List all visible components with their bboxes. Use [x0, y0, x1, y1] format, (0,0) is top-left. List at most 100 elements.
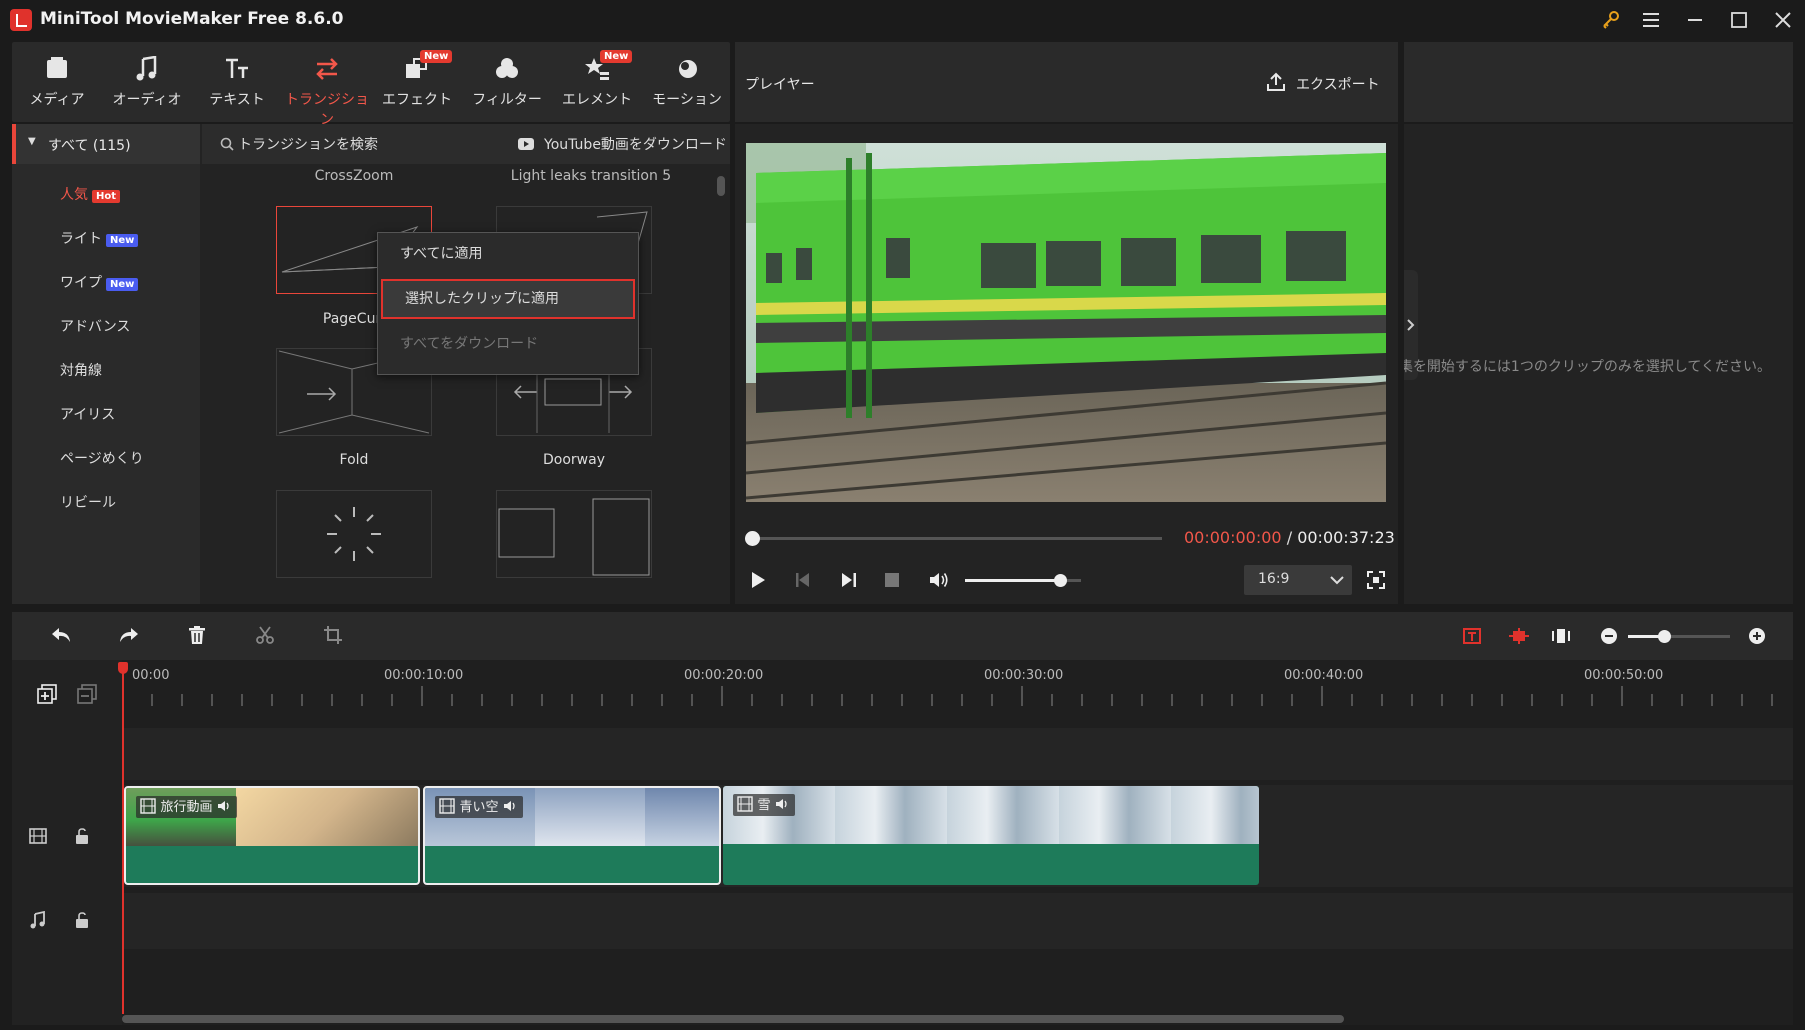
transition-thumb-box[interactable] [496, 490, 652, 578]
split-button[interactable] [255, 625, 275, 645]
undo-button[interactable] [50, 625, 72, 645]
category-all-header[interactable]: ▼ すべて (115) [12, 124, 200, 164]
box-split-icon [498, 498, 650, 576]
clip-blue-sky[interactable]: 青い空 [423, 786, 721, 885]
search-input[interactable]: トランジションを検索 [220, 134, 400, 154]
play-button[interactable] [748, 570, 768, 590]
close-icon[interactable] [1766, 6, 1800, 34]
category-label: 人気 [60, 187, 88, 203]
key-icon[interactable] [1594, 6, 1628, 34]
ruler-tick-label: 00:00:20:00 [684, 668, 764, 683]
category-label: ワイプ [60, 275, 102, 291]
audio-track-lock-button[interactable] [75, 911, 89, 929]
transition-thumb-iris[interactable] [276, 490, 432, 578]
clip-travel-video[interactable]: 旅行動画 [124, 786, 420, 885]
redo-button[interactable] [118, 625, 140, 645]
category-diagonal[interactable]: 対角線 [60, 360, 102, 380]
tool-audio[interactable]: オーディオ [102, 42, 192, 122]
time-total: 00:00:37:23 [1297, 528, 1395, 547]
film-icon [140, 797, 156, 814]
export-icon [1267, 72, 1285, 91]
fullscreen-icon [1367, 571, 1385, 589]
context-menu: すべてに適用 選択したクリップに適用 すべてをダウンロード [377, 232, 639, 375]
tool-effect[interactable]: エフェクト New [372, 42, 462, 122]
timeline-horizontal-scrollbar[interactable] [122, 1015, 1344, 1023]
tool-transition[interactable]: トランジション [282, 42, 372, 128]
tool-media[interactable]: メディア [12, 42, 102, 122]
aspect-ratio-value: 16:9 [1258, 571, 1290, 587]
time-separator: / [1286, 528, 1293, 547]
redo-icon [120, 628, 138, 642]
video-track-lock-button[interactable] [75, 827, 89, 845]
delete-button[interactable] [187, 625, 207, 645]
fullscreen-button[interactable] [1366, 570, 1386, 590]
playback-progress-handle[interactable] [745, 531, 760, 546]
menu-icon[interactable] [1634, 6, 1668, 34]
speaker-icon [775, 798, 787, 809]
tool-element[interactable]: エレメント New [552, 42, 642, 122]
tool-text[interactable]: テキスト [192, 42, 282, 122]
volume-slider-fill [965, 579, 1061, 582]
youtube-download-label: YouTube動画をダウンロード [544, 137, 727, 153]
video-track-icon [29, 827, 47, 845]
speaker-icon [930, 573, 948, 587]
add-track-button[interactable] [37, 684, 57, 704]
category-light[interactable]: ライト New [60, 228, 139, 248]
crop-button[interactable] [323, 625, 343, 645]
stop-icon [885, 573, 899, 587]
library-scrollbar[interactable] [717, 176, 725, 196]
category-page-curl[interactable]: ページめくり [60, 448, 144, 468]
category-wipe[interactable]: ワイプ New [60, 272, 139, 292]
zoom-in-button[interactable] [1748, 627, 1766, 645]
clip-thumbnails [723, 786, 1259, 844]
clip-label: 雪 [733, 794, 795, 816]
previous-frame-button[interactable] [793, 570, 813, 590]
aspect-ratio-select[interactable]: 16:9 [1244, 565, 1352, 595]
undo-icon [52, 628, 70, 642]
menu-apply-all[interactable]: すべてに適用 [378, 235, 638, 273]
time-display: 00:00:00:00 / 00:00:37:23 [1184, 528, 1395, 547]
tool-motion[interactable]: モーション [642, 42, 732, 122]
next-frame-button[interactable] [839, 570, 859, 590]
tool-filter[interactable]: フィルター [462, 42, 552, 122]
unlock-icon [76, 912, 88, 928]
app-logo-icon [10, 9, 32, 31]
menu-download-all[interactable]: すべてをダウンロード [378, 325, 638, 363]
clip-snow[interactable]: 雪 [723, 786, 1259, 885]
fit-timeline-button[interactable] [1508, 626, 1530, 646]
time-current: 00:00:00:00 [1184, 528, 1282, 547]
zoom-slider-handle[interactable] [1657, 630, 1671, 643]
zoom-fit-button[interactable] [1552, 626, 1570, 646]
transition-label: Light leaks transition 5 [510, 168, 672, 184]
export-button[interactable]: エクスポート [1266, 72, 1396, 94]
minimize-icon[interactable] [1678, 6, 1712, 34]
properties-hint: 編集を開始するには1つのクリップのみを選択してください。 [1404, 359, 1771, 375]
volume-button[interactable] [928, 570, 950, 590]
zoom-out-button[interactable] [1600, 627, 1618, 645]
video-preview [746, 143, 1386, 502]
playhead-handle[interactable] [118, 662, 128, 674]
category-advanced[interactable]: アドバンス [60, 316, 130, 336]
zoom-fit-icon [1552, 629, 1570, 643]
stop-button[interactable] [884, 572, 900, 588]
remove-track-button[interactable] [77, 684, 97, 704]
film-icon [737, 795, 753, 812]
category-iris[interactable]: アイリス [60, 404, 115, 424]
clip-label: 青い空 [435, 796, 523, 818]
chevron-down-icon [1330, 576, 1344, 585]
timeline-ruler[interactable]: 00:00 00:00:10:00 00:00:20:00 00:00:30:0… [122, 662, 1793, 710]
menu-apply-selected-clip[interactable]: 選択したクリップに適用 [381, 279, 635, 319]
maximize-icon[interactable] [1722, 6, 1756, 34]
speaker-icon [217, 800, 229, 811]
playhead-line[interactable] [122, 664, 124, 1014]
category-reveal[interactable]: リビール [60, 492, 116, 512]
playback-progress-track[interactable] [752, 537, 1162, 540]
snap-button[interactable] [1462, 626, 1482, 646]
zoom-slider-track[interactable] [1628, 635, 1730, 638]
play-icon [752, 572, 765, 588]
clip-name: 旅行動画 [160, 800, 213, 815]
category-popular[interactable]: 人気 Hot [60, 184, 121, 204]
tool-label: フィルター [472, 92, 542, 108]
tool-label: エレメント [562, 92, 632, 108]
clip-name: 青い空 [459, 800, 499, 815]
